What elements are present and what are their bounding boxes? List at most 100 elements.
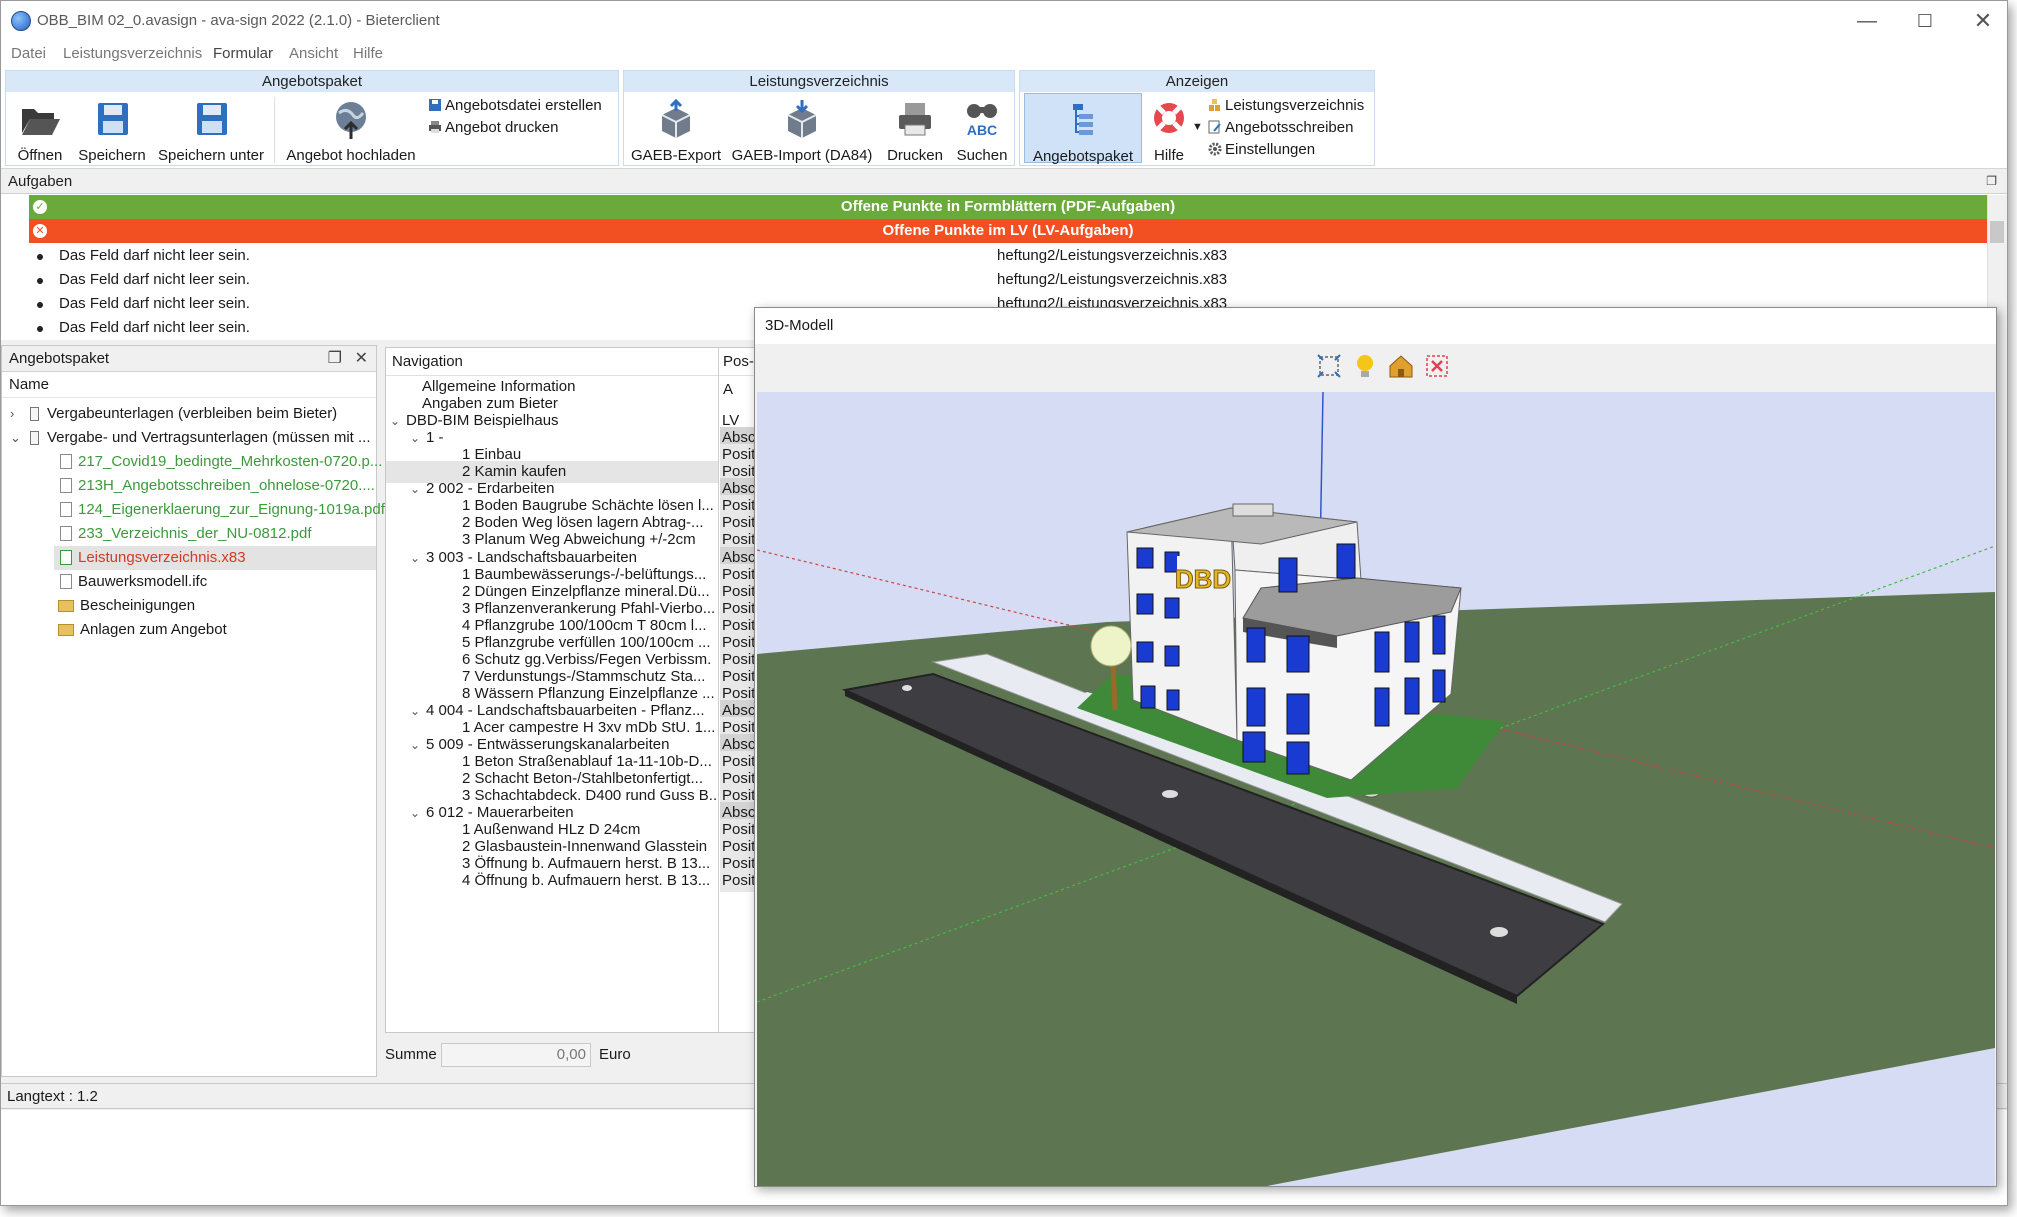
ribbon-group-lv: Leistungsverzeichnis GAEB-Export GAEB-Im… bbox=[623, 70, 1015, 166]
show-lv-button[interactable]: Leistungsverzeichnis bbox=[1208, 97, 1364, 114]
offer-package-panel: Angebotspaket ❐ ✕ Name › Vergabeunterlage… bbox=[1, 345, 385, 1077]
navigation-panel: Navigation Pos-A Allgemeine Information A… bbox=[385, 347, 755, 1033]
printer-icon bbox=[899, 103, 931, 136]
group-divider bbox=[274, 97, 275, 163]
create-offer-file-button[interactable]: Angebotsdatei erstellen bbox=[428, 97, 602, 114]
tree-item-file[interactable]: 233_Verzeichnis_der_NU-0812.pdf bbox=[60, 522, 312, 546]
print-button[interactable]: Drucken bbox=[882, 99, 948, 164]
menu-formular[interactable]: Formular bbox=[213, 45, 273, 62]
group-header: Anzeigen bbox=[1020, 71, 1374, 92]
task-bar-lv[interactable]: ✕ Offene Punkte im LV (LV-Aufgaben) bbox=[29, 219, 1987, 243]
menu-hilfe[interactable]: Hilfe bbox=[353, 45, 383, 62]
gaeb-import-button[interactable]: GAEB-Import (DA84) bbox=[730, 99, 874, 164]
menu-datei[interactable]: Datei bbox=[11, 45, 46, 62]
tree-item-file[interactable]: 213H_Angebotsschreiben_ohnelose-0720.... bbox=[60, 474, 375, 498]
minimize-button[interactable]: — bbox=[1845, 7, 1889, 35]
help-button[interactable]: Hilfe bbox=[1146, 99, 1192, 164]
box-import-icon bbox=[787, 100, 817, 138]
folder-icon bbox=[58, 624, 74, 636]
search-button[interactable]: ABC Suchen bbox=[954, 99, 1010, 164]
bullet-icon bbox=[37, 278, 43, 284]
tree-item-vergabeunterlagen[interactable]: › Vergabeunterlagen (verbleiben beim Biet… bbox=[10, 402, 337, 426]
fit-view-icon[interactable] bbox=[1315, 352, 1343, 380]
menu-leistungsverzeichnis[interactable]: Leistungsverzeichnis bbox=[63, 45, 202, 62]
langtext-label: Langtext : 1.2 bbox=[7, 1088, 98, 1105]
document-edit-icon bbox=[1208, 120, 1221, 134]
save-as-button[interactable]: Speichern unter bbox=[156, 99, 266, 164]
show-offer-letter-button[interactable]: Angebotsschreiben bbox=[1208, 119, 1353, 136]
bullet-icon bbox=[37, 302, 43, 308]
menu-ansicht[interactable]: Ansicht bbox=[289, 45, 338, 62]
scrollbar-thumb[interactable] bbox=[1990, 221, 2004, 243]
group-header: Angebotspaket bbox=[6, 71, 618, 92]
task-row[interactable]: Das Feld darf nicht leer sein. heftung2/L… bbox=[37, 268, 1987, 292]
maximize-button[interactable]: ☐ bbox=[1903, 7, 1947, 35]
tree-item-folder[interactable]: Bescheinigungen bbox=[58, 594, 195, 618]
sum-value: 0,00 bbox=[441, 1043, 591, 1067]
tree-item-file-selected[interactable]: Leistungsverzeichnis.x83 bbox=[54, 546, 376, 570]
chevron-right-icon[interactable]: › bbox=[10, 402, 24, 426]
folder-icon bbox=[58, 600, 74, 612]
app-icon bbox=[11, 11, 31, 31]
navigation-header[interactable]: Navigation bbox=[386, 348, 754, 376]
gaeb-export-button[interactable]: GAEB-Export bbox=[630, 98, 722, 164]
save-small-icon bbox=[429, 99, 441, 111]
chevron-down-icon[interactable]: ⌄ bbox=[10, 426, 24, 450]
open-button[interactable]: Öffnen bbox=[14, 99, 66, 164]
menu-bar: Datei Leistungsverzeichnis Formular Ansi… bbox=[1, 41, 2007, 67]
save-button[interactable]: Speichern bbox=[76, 99, 148, 164]
box-export-icon bbox=[661, 98, 691, 138]
model-toolbar bbox=[755, 344, 1996, 388]
dropdown-arrow-icon[interactable]: ▼ bbox=[1192, 121, 1203, 133]
window-title: OBB_BIM 02_0.avasign - ava-sign 2022 (2.… bbox=[37, 12, 440, 29]
model-title[interactable]: 3D-Modell bbox=[755, 308, 1996, 344]
lock-icon bbox=[30, 431, 39, 445]
document-icon bbox=[60, 502, 72, 517]
manhole bbox=[1162, 790, 1178, 798]
dbd-sign-text: DBD bbox=[1175, 564, 1231, 594]
tree-item-file[interactable]: 217_Covid19_bedingte_Mehrkosten-0720.p..… bbox=[60, 450, 382, 474]
model-window: 3D-Modell DBD bbox=[754, 307, 1997, 1187]
house-icon[interactable] bbox=[1387, 352, 1415, 380]
task-bar-pdf[interactable]: ✓ Offene Punkte in Formblättern (PDF-Auf… bbox=[29, 195, 1987, 219]
group-header: Leistungsverzeichnis bbox=[624, 71, 1014, 92]
check-icon: ✓ bbox=[33, 200, 47, 214]
tree-item-folder[interactable]: Anlagen zum Angebot bbox=[58, 618, 227, 642]
panel-header: Angebotspaket ❐ ✕ bbox=[2, 346, 376, 372]
gear-icon bbox=[1208, 142, 1222, 156]
3d-viewport[interactable]: DBD bbox=[757, 392, 1995, 1186]
column-header-pos[interactable]: Pos-A bbox=[719, 348, 754, 398]
dbd-logo: DBD bbox=[1174, 556, 1232, 596]
close-button[interactable]: ✕ bbox=[1961, 7, 2005, 35]
ribbon: Angebotspaket Öffnen Speichern Speichern… bbox=[1, 67, 2007, 169]
print-offer-button[interactable]: Angebot drucken bbox=[428, 119, 558, 136]
sum-label: Summe bbox=[385, 1046, 437, 1063]
tree-item-file[interactable]: 124_Eigenerklaerung_zur_Eignung-1019a.pd… bbox=[60, 498, 385, 522]
floppy-disk-icon bbox=[197, 103, 227, 135]
nav-row[interactable]: 4 Öffnung b. Aufmauern herst. B 13... bbox=[386, 870, 718, 892]
bullet-icon bbox=[37, 254, 43, 260]
column-header-name[interactable]: Name bbox=[2, 372, 376, 398]
restore-icon[interactable]: ❐ bbox=[1986, 174, 1997, 188]
ribbon-group-anzeigen: Anzeigen Angebotspaket Hilfe ▼ Leistungs… bbox=[1019, 70, 1375, 166]
roof-box bbox=[1232, 503, 1274, 517]
lock-icon bbox=[30, 407, 39, 421]
lifebuoy-icon bbox=[1154, 103, 1184, 133]
restore-icon[interactable]: ❐ bbox=[328, 346, 342, 372]
light-bulb-icon[interactable] bbox=[1351, 352, 1379, 380]
binoculars-abc-icon: ABC bbox=[967, 104, 997, 138]
close-icon[interactable]: ✕ bbox=[355, 346, 368, 372]
upload-offer-button[interactable]: Angebot hochladen bbox=[282, 99, 420, 164]
tree-item-vertragsunterlagen[interactable]: ⌄ Vergabe- und Vertragsunterlagen (müssen… bbox=[10, 426, 371, 450]
document-icon bbox=[60, 526, 72, 541]
svg-text:ABC: ABC bbox=[967, 122, 997, 138]
clear-selection-icon[interactable] bbox=[1423, 352, 1451, 380]
offer-package-toggle[interactable]: Angebotspaket bbox=[1024, 93, 1142, 165]
task-row[interactable]: Das Feld darf nicht leer sein. heftung2/L… bbox=[37, 244, 1987, 268]
tree-item-file[interactable]: Bauwerksmodell.ifc bbox=[60, 570, 207, 594]
document-icon bbox=[60, 478, 72, 493]
sum-row: Summe 0,00 Euro bbox=[385, 1041, 765, 1069]
nav-type-cell: Position bbox=[720, 870, 754, 893]
document-icon bbox=[60, 454, 72, 469]
settings-button[interactable]: Einstellungen bbox=[1208, 141, 1315, 158]
